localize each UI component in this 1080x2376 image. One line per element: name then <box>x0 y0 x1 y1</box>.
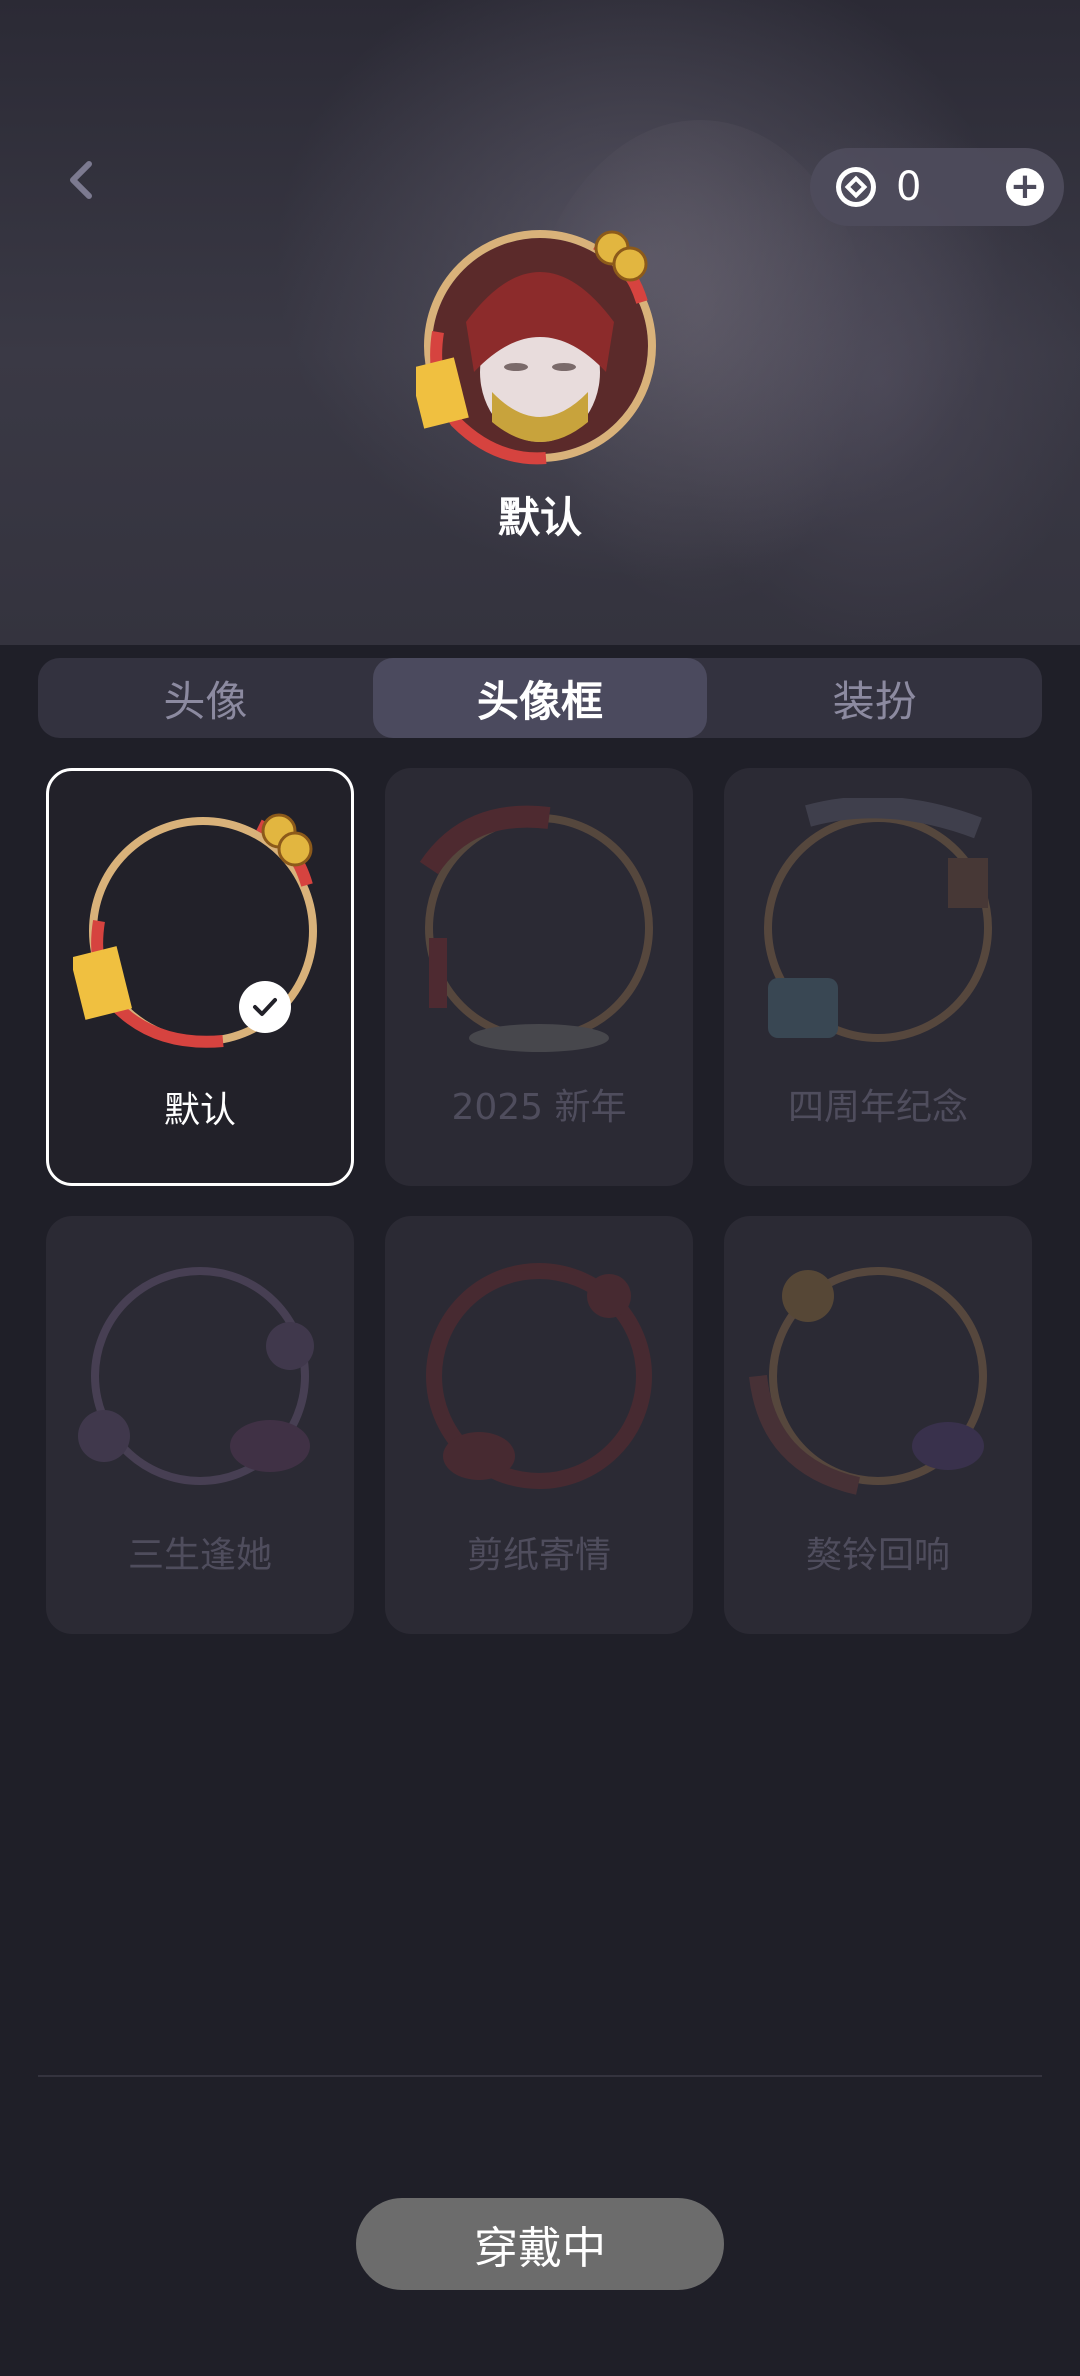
frame-card-ao-ling[interactable]: 獒铃回响 <box>724 1216 1032 1634</box>
frame-label: 剪纸寄情 <box>466 1535 611 1576</box>
tab-bar: 头像 头像框 装扮 <box>38 658 1042 738</box>
avatar <box>409 222 664 470</box>
current-frame-name: 默认 <box>497 493 582 542</box>
frame-label: 四周年纪念 <box>787 1087 968 1128</box>
divider <box>38 2075 1042 2077</box>
coin-icon <box>836 167 876 207</box>
frame-ao-ling-icon <box>749 1267 987 1495</box>
frame-anniversary-icon <box>764 798 992 1042</box>
frame-card-fourth-anniversary[interactable]: 四周年纪念 <box>724 768 1032 1186</box>
frame-label: 默认 <box>163 1090 236 1131</box>
currency-value: 0 <box>896 164 922 210</box>
hero-banner: 0 + 默认 <box>0 0 1080 645</box>
chevron-left-icon <box>70 161 92 199</box>
frame-sansheng-icon <box>78 1267 314 1485</box>
add-currency-button[interactable]: + <box>1006 168 1044 206</box>
frame-label: 獒铃回响 <box>805 1535 950 1576</box>
tab-avatar-frame[interactable]: 头像框 <box>372 658 708 738</box>
frame-card-default[interactable]: 默认 <box>46 768 354 1186</box>
frame-label: 三生逢她 <box>127 1535 272 1576</box>
frame-default-icon <box>73 813 317 1048</box>
frame-card-sansheng[interactable]: 三生逢她 <box>46 1216 354 1634</box>
tab-outfit[interactable]: 装扮 <box>707 658 1042 738</box>
tab-avatar[interactable]: 头像 <box>38 658 373 738</box>
wearing-button[interactable]: 穿戴中 <box>356 2198 724 2290</box>
back-button[interactable] <box>50 150 110 210</box>
plus-icon: + <box>1009 166 1041 207</box>
frame-2025-icon <box>419 805 653 1052</box>
currency-balance: 0 + <box>810 148 1064 226</box>
selected-check-icon <box>239 981 291 1033</box>
frame-label: 2025 新年 <box>451 1087 627 1128</box>
frame-paper-cut-icon <box>426 1263 652 1489</box>
frame-card-paper-cut[interactable]: 剪纸寄情 <box>385 1216 693 1634</box>
frame-card-2025-new-year[interactable]: 2025 新年 <box>385 768 693 1186</box>
